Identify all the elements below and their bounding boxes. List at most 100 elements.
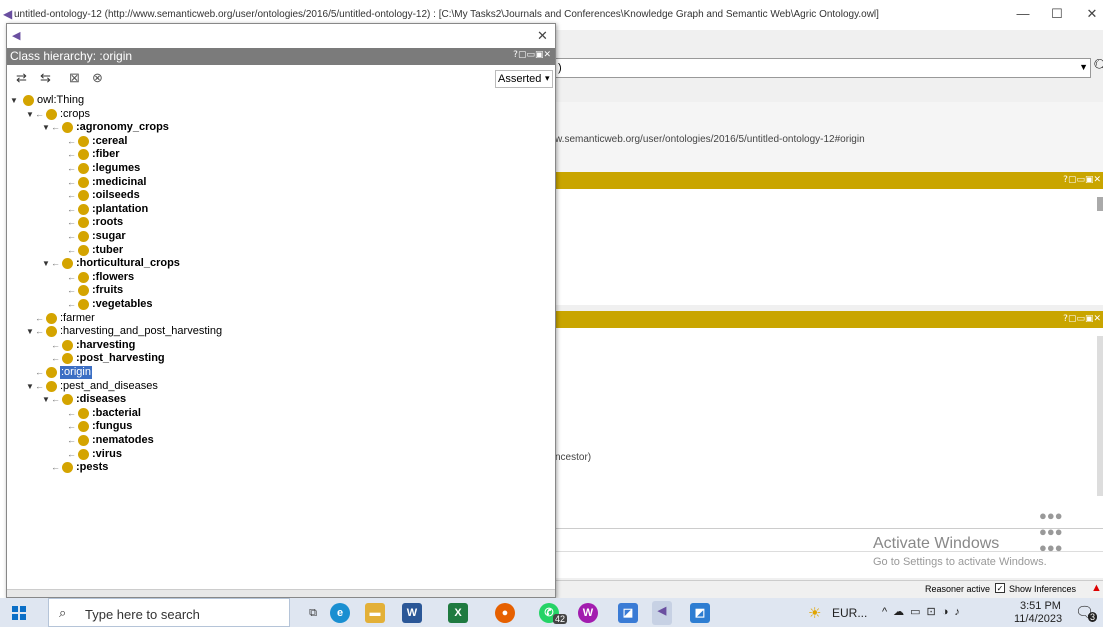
- warning-icon[interactable]: ▲: [1091, 582, 1102, 594]
- expand-toggle-icon[interactable]: ▼: [42, 257, 50, 270]
- tree-node[interactable]: ←:sugar: [7, 230, 547, 243]
- expand-toggle-icon[interactable]: ▼: [26, 325, 34, 338]
- panel-circle-buttons[interactable]: ●●●: [1039, 540, 1063, 555]
- tree-node[interactable]: ←:roots: [7, 216, 547, 229]
- show-inferences-label: Show Inferences: [1009, 584, 1077, 594]
- view-select[interactable]: Asserted ▾: [495, 70, 553, 88]
- horizontal-scrollbar[interactable]: [7, 589, 555, 597]
- taskbar-search-box[interactable]: ⌕ Type here to search: [48, 598, 290, 627]
- tree-node[interactable]: ←:pests: [7, 461, 547, 474]
- tree-node[interactable]: ←:oilseeds: [7, 189, 547, 202]
- tree-node[interactable]: ▼ owl:Thing: [7, 94, 547, 107]
- class-icon: [62, 122, 73, 134]
- panel-buttons[interactable]: ?▢▭▣✕: [1063, 175, 1101, 187]
- tree-node-label: :farmer: [60, 311, 95, 324]
- expand-toggle-icon[interactable]: ▼: [26, 108, 34, 121]
- tree-node[interactable]: ←:harvesting: [7, 339, 547, 352]
- show-inferences-checkbox[interactable]: ✓: [995, 583, 1005, 593]
- edge-browser-icon[interactable]: e: [330, 603, 350, 623]
- maximize-button[interactable]: ☐: [1050, 7, 1064, 21]
- tree-node-label: :diseases: [76, 393, 127, 406]
- wps-icon[interactable]: W: [578, 603, 598, 623]
- tree-node[interactable]: ←:farmer: [7, 312, 547, 325]
- entity-search-field[interactable]: ) ▼: [555, 58, 1091, 78]
- tree-node[interactable]: ←:tuber: [7, 244, 547, 257]
- system-tray-icons[interactable]: ^☁▭⊡◑♪: [882, 605, 966, 618]
- expand-toggle-icon[interactable]: ▼: [10, 94, 18, 107]
- panel-circle-buttons[interactable]: ●●●: [1039, 508, 1063, 523]
- clock-date[interactable]: 11/4/2023: [1014, 613, 1062, 625]
- tree-connector-icon: ←: [67, 421, 76, 432]
- tree-node-label: :medicinal: [92, 175, 147, 188]
- paint-icon[interactable]: ◩: [690, 603, 710, 623]
- close-button[interactable]: ✕: [1085, 7, 1099, 21]
- expand-toggle-icon[interactable]: ▼: [26, 380, 34, 393]
- tree-node-label: :pests: [76, 461, 109, 474]
- excel-icon[interactable]: X: [448, 603, 468, 623]
- clock-time[interactable]: 3:51 PM: [1020, 600, 1061, 612]
- minimize-button[interactable]: —: [1016, 7, 1030, 21]
- tree-node[interactable]: ←:cereal: [7, 135, 547, 148]
- tree-node[interactable]: ▼ ←:diseases: [7, 393, 547, 406]
- panel-buttons[interactable]: ?▢▭▣✕: [1063, 314, 1101, 326]
- tree-connector-icon: ←: [51, 339, 60, 350]
- tree-node[interactable]: ▼ ←:pest_and_diseases: [7, 380, 547, 393]
- tree-node[interactable]: ▼ ←:crops: [7, 108, 547, 121]
- windows-start-icon[interactable]: [12, 606, 26, 620]
- tree-node[interactable]: ←:post_harvesting: [7, 352, 547, 365]
- add-subclass-icon[interactable]: ⇄: [16, 70, 27, 86]
- panel-circle-buttons[interactable]: ●●●: [1039, 524, 1063, 539]
- refresh-icon[interactable]: ⊗: [92, 70, 103, 86]
- class-icon: [78, 190, 89, 202]
- protege-taskbar-icon[interactable]: ◀: [652, 601, 672, 625]
- delete-class-icon[interactable]: ⊠: [69, 70, 80, 86]
- tree-node[interactable]: ←:fruits: [7, 284, 547, 297]
- tree-node-label: :flowers: [92, 270, 135, 283]
- task-view-icon[interactable]: ⧉: [303, 603, 323, 623]
- panel-buttons[interactable]: ?▢▭▣✕: [513, 50, 551, 60]
- tree-node[interactable]: ▼ ←:horticultural_crops: [7, 257, 547, 270]
- expand-toggle-icon[interactable]: ▼: [42, 121, 50, 134]
- dropdown-arrow-icon[interactable]: ▼: [1079, 62, 1088, 72]
- tree-node-label: :plantation: [92, 202, 149, 215]
- tree-node[interactable]: ← :plantation: [7, 203, 547, 216]
- tree-node[interactable]: ←:bacterial: [7, 407, 547, 420]
- tree-connector-icon: ←: [67, 203, 76, 214]
- class-icon: [78, 231, 89, 242]
- description-panel-header: ?▢▭▣✕: [555, 311, 1103, 328]
- tree-node[interactable]: ←:legumes: [7, 162, 547, 175]
- tree-node-label: :tuber: [92, 243, 124, 256]
- image-viewer-icon[interactable]: ◪: [618, 603, 638, 623]
- class-icon: [23, 95, 34, 106]
- tree-node[interactable]: ←:fungus: [7, 420, 547, 433]
- firefox-icon[interactable]: ●: [495, 603, 515, 623]
- scrollbar-thumb[interactable]: [1097, 197, 1103, 211]
- file-explorer-icon[interactable]: ▬: [365, 603, 385, 623]
- tree-node[interactable]: ←:virus: [7, 448, 547, 461]
- expand-toggle-icon[interactable]: ▼: [42, 393, 50, 406]
- class-icon: [46, 312, 57, 324]
- add-sibling-icon[interactable]: ⇆: [40, 70, 51, 86]
- tree-node[interactable]: ←:fiber: [7, 148, 547, 161]
- tree-node-label: :oilseeds: [92, 189, 140, 202]
- tree-connector-icon: ←: [67, 285, 76, 296]
- word-icon[interactable]: W: [402, 603, 422, 623]
- class-icon: [46, 380, 57, 392]
- tree-node[interactable]: ▼ ←:agronomy_crops: [7, 121, 547, 134]
- tree-node[interactable]: ←:nematodes: [7, 434, 547, 447]
- status-bar: Reasoner active ✓ Show Inferences ▲: [555, 580, 1103, 598]
- tree-node[interactable]: ▼ ←:harvesting_and_post_harvesting: [7, 325, 547, 338]
- eur-ticker[interactable]: EUR...: [832, 606, 867, 620]
- class-icon: [78, 421, 89, 433]
- tree-node[interactable]: ←:vegetables: [7, 298, 547, 311]
- tree-node-label: :post_harvesting: [76, 352, 165, 365]
- scrollbar-track[interactable]: [1097, 336, 1103, 496]
- tree-node[interactable]: ←:medicinal: [7, 176, 547, 189]
- tree-node-selected[interactable]: ←:origin: [7, 366, 547, 379]
- search-icon[interactable]: 🔍︎: [1093, 58, 1103, 75]
- tree-node[interactable]: ←:flowers: [7, 271, 547, 284]
- weather-icon[interactable]: ☀: [808, 604, 821, 622]
- class-hierarchy-header: Class hierarchy: :origin ?▢▭▣✕: [7, 48, 555, 65]
- annotations-panel-header: ?▢▭▣✕: [555, 172, 1103, 189]
- float-close-button[interactable]: ✕: [537, 28, 548, 44]
